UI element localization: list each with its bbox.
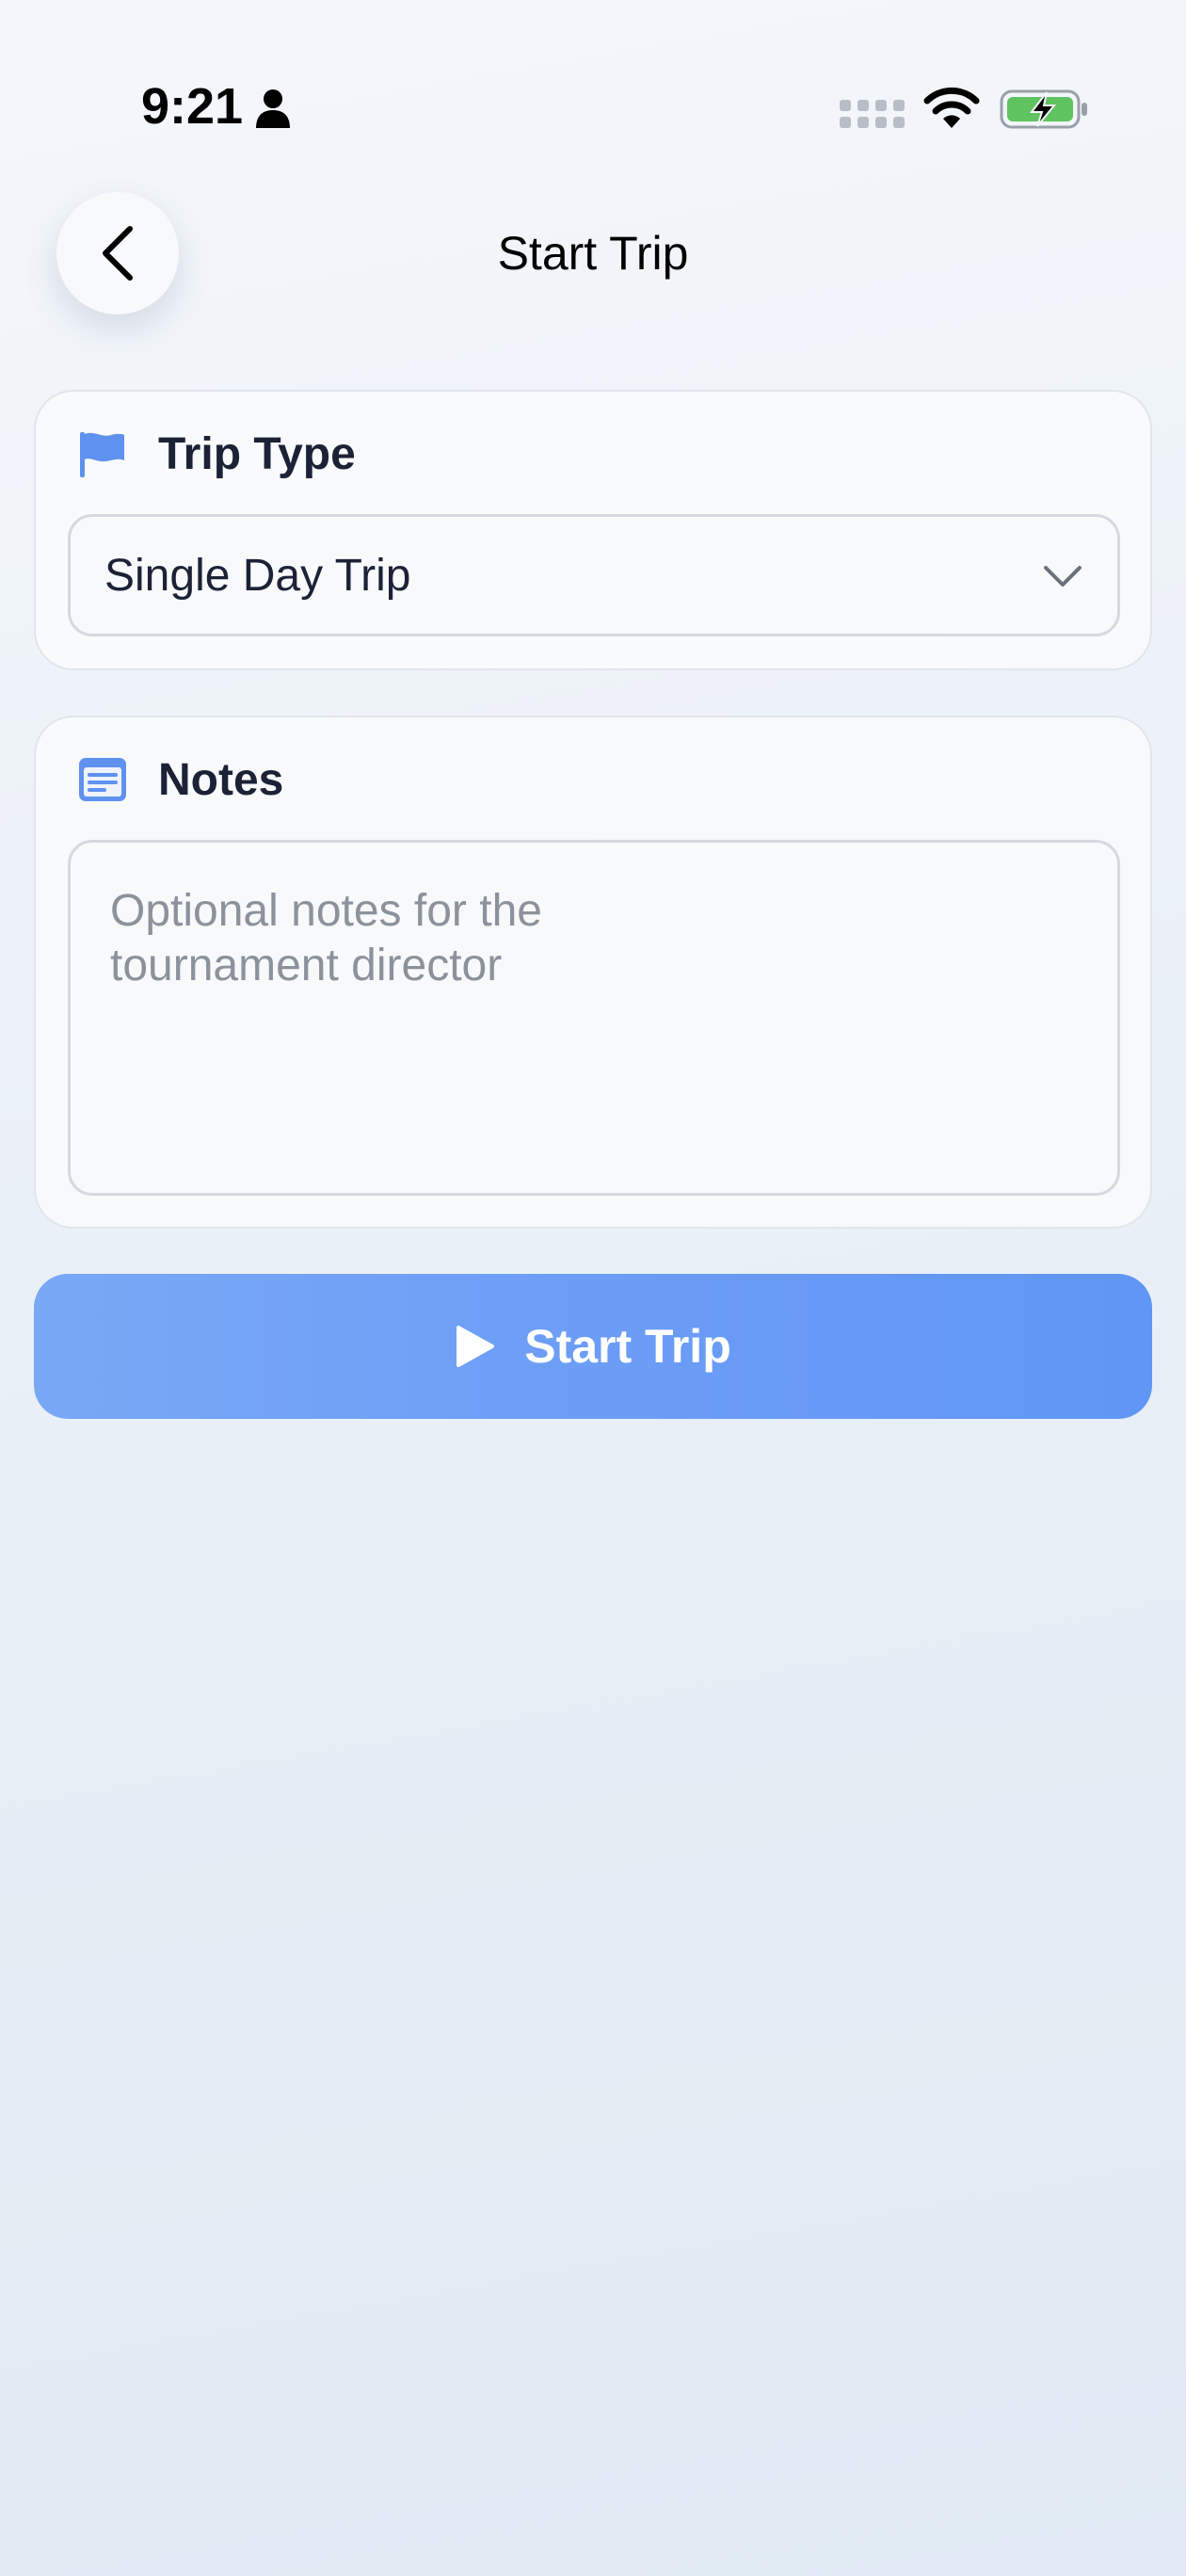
trip-type-selected-value: Single Day Trip bbox=[104, 550, 411, 601]
trip-type-header: Trip Type bbox=[77, 426, 356, 482]
notes-placeholder: Optional notes for the tournament direct… bbox=[110, 886, 542, 990]
page-title: Start Trip bbox=[497, 227, 689, 280]
notes-header: Notes bbox=[77, 751, 283, 808]
play-icon bbox=[457, 1326, 495, 1367]
start-trip-button-label: Start Trip bbox=[524, 1320, 731, 1373]
trip-type-label: Trip Type bbox=[158, 428, 356, 479]
person-icon bbox=[256, 89, 290, 128]
flag-icon bbox=[80, 432, 124, 477]
chevron-down-icon bbox=[1044, 566, 1082, 587]
cellular-signal-icon bbox=[840, 100, 905, 128]
notes-textarea[interactable]: Optional notes for the tournament direct… bbox=[68, 840, 1120, 1196]
notes-label: Notes bbox=[158, 754, 284, 805]
start-trip-button[interactable]: Start Trip bbox=[34, 1274, 1152, 1419]
battery-charging-icon bbox=[1000, 89, 1087, 129]
notes-card: Notes Optional notes for the tournament … bbox=[34, 716, 1152, 1229]
status-time: 9:21 bbox=[141, 78, 244, 135]
wifi-icon bbox=[923, 87, 980, 128]
trip-type-card: Trip Type Single Day Trip bbox=[34, 390, 1152, 670]
notes-icon bbox=[79, 758, 126, 801]
trip-type-select[interactable]: Single Day Trip bbox=[68, 514, 1120, 636]
